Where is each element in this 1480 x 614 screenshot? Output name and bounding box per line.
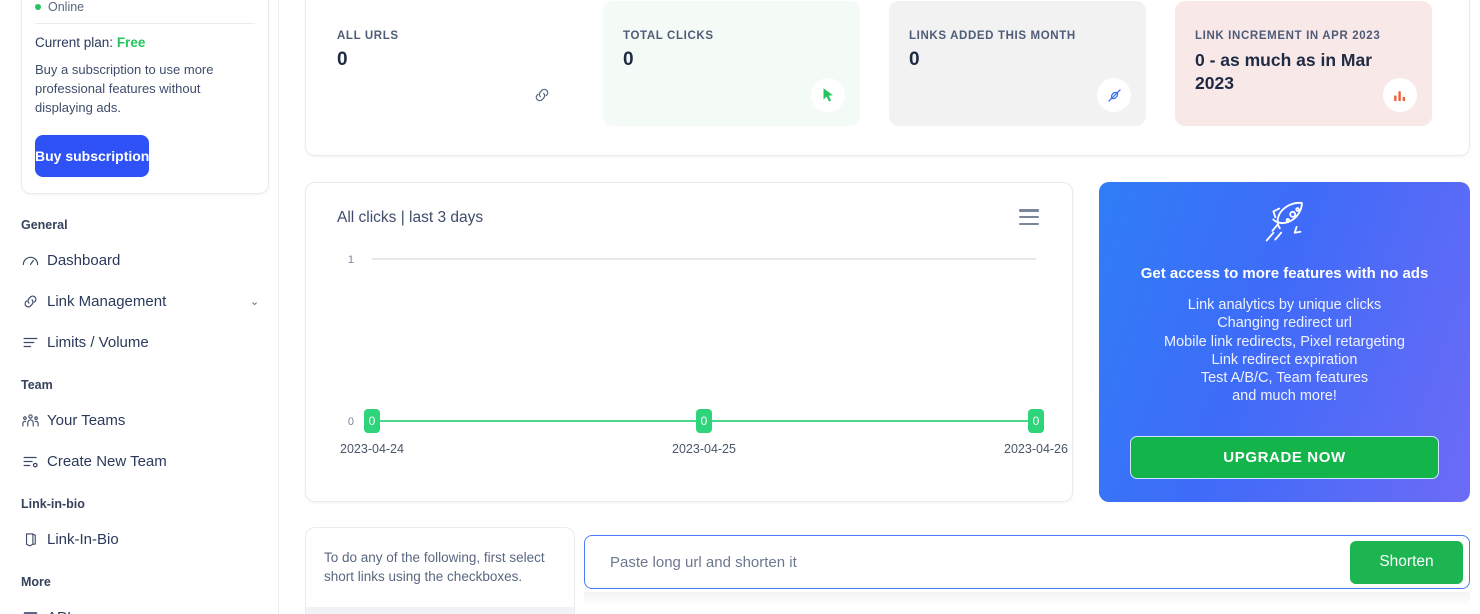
current-plan-value: Free xyxy=(116,35,146,50)
sidebar-item-label: Limits / Volume xyxy=(47,334,149,351)
sidebar-item-dashboard[interactable]: Dashboard xyxy=(0,240,278,281)
y-axis-tick-label: 0 xyxy=(348,416,354,428)
sidebar-item-link-management[interactable]: Link Management ⌄ xyxy=(0,281,278,322)
svg-text:0: 0 xyxy=(369,414,376,428)
info-card-footer xyxy=(306,607,574,614)
promo-feature-item: Test A/B/C, Team features xyxy=(1200,370,1369,387)
x-axis-tick-label: 2023-04-26 xyxy=(1004,442,1068,456)
stat-card-links-added-this-month[interactable]: Links added this month 0 xyxy=(889,1,1146,126)
url-shortener-bar: Shorten xyxy=(584,535,1470,589)
promo-feature-item: Link analytics by unique clicks xyxy=(1187,297,1382,313)
shorten-button[interactable]: Shorten xyxy=(1350,540,1463,584)
subscription-plan-card: Online Current plan: Free Buy a subscrip… xyxy=(21,0,269,194)
sidebar-item-create-new-team[interactable]: Create New Team xyxy=(0,441,278,482)
promo-feature-item: Changing redirect url xyxy=(1217,315,1352,332)
chart-plot: 0 1 0 2023-04-24 0 2023-04-25 0 2023-04-26 xyxy=(306,239,1074,489)
divider xyxy=(35,23,255,24)
stat-label: Total clicks xyxy=(623,30,714,42)
sidebar: Online Current plan: Free Buy a subscrip… xyxy=(0,0,279,614)
sidebar-item-label: Your Teams xyxy=(47,412,126,429)
chain-link-icon xyxy=(525,78,559,112)
rocket-icon xyxy=(1099,196,1470,259)
pages-stack-icon xyxy=(21,530,47,549)
sidebar-item-limits-volume[interactable]: Limits / Volume xyxy=(0,322,278,363)
clicks-chart-card: All clicks | last 3 days 0 1 0 2023-04-24 0 2… xyxy=(305,182,1073,502)
buy-subscription-button[interactable]: Buy subscription xyxy=(35,134,150,177)
plan-description: Buy a subscription to use more professio… xyxy=(35,62,214,115)
nav-group-title-more: More xyxy=(21,575,51,589)
gauge-icon xyxy=(21,251,47,270)
promo-heading: Get access to more features with no ads xyxy=(1140,265,1429,282)
stat-value: 0 - as much as in Mar 2023 xyxy=(1195,50,1373,94)
svg-text:0: 0 xyxy=(1033,414,1040,428)
promo-feature-item: Link redirect expiration xyxy=(1211,351,1358,368)
stat-card-total-clicks[interactable]: Total clicks 0 xyxy=(603,1,860,126)
sidebar-item-api[interactable]: API xyxy=(0,597,278,614)
link-diagonal-icon xyxy=(1097,78,1131,112)
stat-value: 0 xyxy=(909,49,920,71)
online-status: Online xyxy=(22,0,268,23)
cursor-arrow-icon xyxy=(811,78,845,112)
monitor-icon xyxy=(21,608,47,614)
current-plan-row: Current plan: Free xyxy=(22,35,268,50)
upgrade-promo-panel: Get access to more features with no ads … xyxy=(1099,182,1470,502)
long-url-input[interactable] xyxy=(585,537,1350,587)
bottom-shadow xyxy=(584,592,1470,606)
upgrade-now-button[interactable]: UPGRADE NOW xyxy=(1130,436,1439,479)
stat-card-all-urls[interactable]: All URLs 0 xyxy=(317,1,574,126)
dashboard-page: Online Current plan: Free Buy a subscrip… xyxy=(0,0,1480,614)
nav-group-title-general: General xyxy=(21,218,68,232)
stats-row: All URLs 0 Total clicks 0 xyxy=(317,1,1432,126)
chart-svg: 0 1 0 2023-04-24 0 2023-04-25 0 2023-04-26 xyxy=(340,254,1068,456)
link-icon xyxy=(21,292,47,311)
stat-value: 0 xyxy=(337,49,348,71)
list-gear-icon xyxy=(21,452,47,471)
nav-group-team: Team Your Teams Create New Team xyxy=(0,378,278,482)
nav-group-general: General Dashboard Link Management ⌄ Limi… xyxy=(0,218,278,363)
promo-feature-item: and much more! xyxy=(1232,388,1337,405)
sidebar-item-label: API xyxy=(47,609,71,614)
stats-panel: All URLs 0 Total clicks 0 xyxy=(305,0,1470,156)
x-axis-tick-label: 2023-04-25 xyxy=(672,442,736,456)
stat-value: 0 xyxy=(623,49,634,71)
stat-label: All URLs xyxy=(337,30,399,42)
stat-label: Links added this month xyxy=(909,30,1076,42)
nav-group-title-link-in-bio: Link-in-bio xyxy=(21,497,85,511)
sidebar-item-label: Link Management xyxy=(47,293,167,310)
svg-text:0: 0 xyxy=(701,414,708,428)
nav-group-link-in-bio: Link-in-bio Link-In-Bio xyxy=(0,497,278,560)
chart-data-point: 0 xyxy=(1028,409,1044,433)
main-content: All URLs 0 Total clicks 0 xyxy=(279,0,1480,614)
nav-group-more: More API xyxy=(0,575,278,614)
hamburger-menu-icon[interactable] xyxy=(1019,209,1039,225)
bulk-actions-info-card: To do any of the following, first select… xyxy=(305,527,575,614)
bar-chart-icon xyxy=(1383,78,1417,112)
people-group-icon xyxy=(21,411,47,430)
stat-label: Link increment in Apr 2023 xyxy=(1195,30,1381,42)
sidebar-item-label: Link-In-Bio xyxy=(47,531,119,548)
current-plan-label: Current plan: xyxy=(35,35,114,50)
promo-feature-item: Mobile link redirects, Pixel retargeting xyxy=(1164,333,1405,350)
chart-data-point: 0 xyxy=(696,409,712,433)
chart-data-point: 0 xyxy=(364,409,380,433)
promo-feature-list: Link analytics by unique clicks Changing … xyxy=(1099,296,1470,406)
stat-card-link-increment[interactable]: Link increment in Apr 2023 0 - as much a… xyxy=(1175,1,1432,126)
status-dot-icon xyxy=(35,4,41,10)
list-lines-icon xyxy=(21,333,47,352)
sidebar-item-label: Create New Team xyxy=(47,453,167,470)
nav-group-title-team: Team xyxy=(21,378,53,392)
chevron-down-icon[interactable]: ⌄ xyxy=(250,295,259,308)
sidebar-item-your-teams[interactable]: Your Teams xyxy=(0,400,278,441)
chart-title: All clicks | last 3 days xyxy=(337,209,484,226)
sidebar-item-label: Dashboard xyxy=(47,252,121,269)
y-axis-tick-label: 1 xyxy=(348,254,354,266)
x-axis-tick-label: 2023-04-24 xyxy=(340,442,404,456)
status-label: Online xyxy=(48,0,85,14)
sidebar-item-link-in-bio[interactable]: Link-In-Bio xyxy=(0,519,278,560)
info-text: To do any of the following, first select… xyxy=(324,550,545,584)
